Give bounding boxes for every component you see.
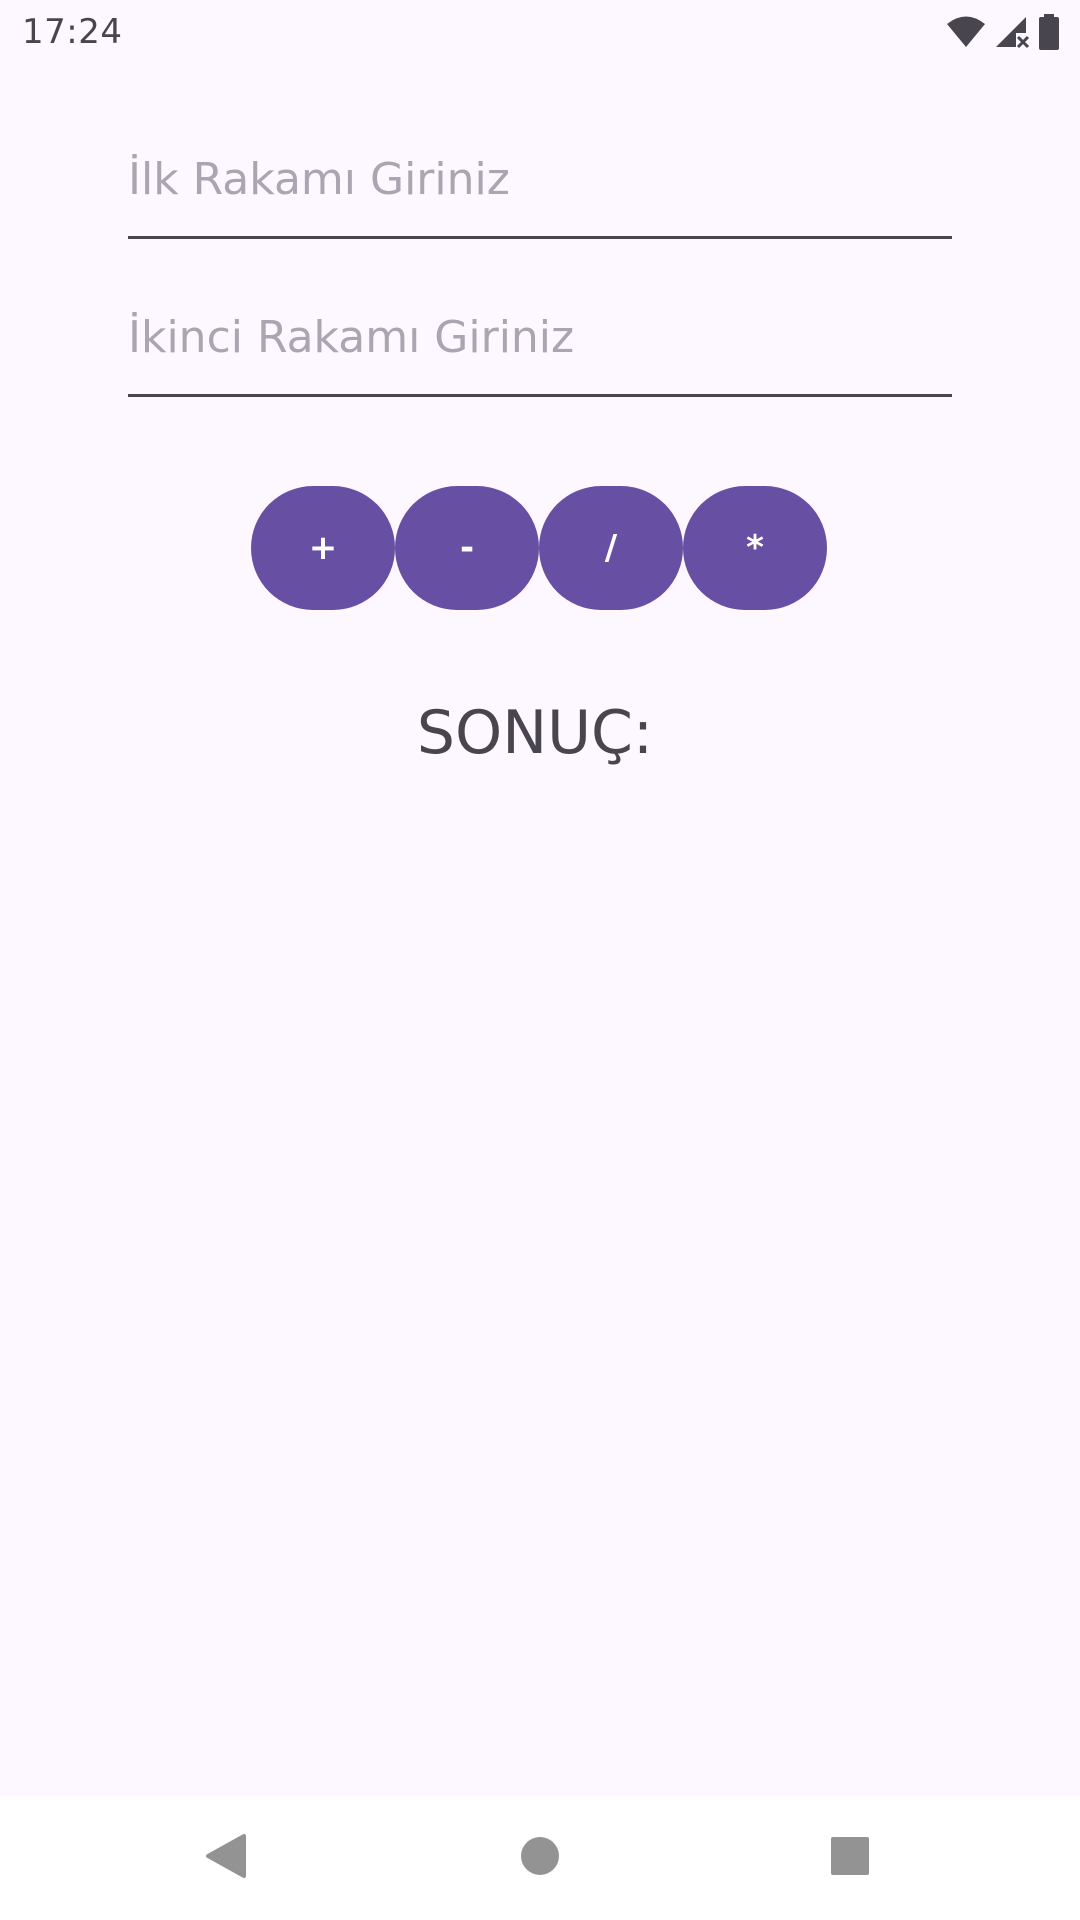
first-number-underline	[128, 236, 952, 239]
back-icon	[204, 1832, 248, 1884]
divide-button[interactable]: /	[539, 486, 683, 610]
first-number-field[interactable]	[128, 119, 952, 239]
status-bar: 17:24	[0, 0, 1080, 66]
add-button[interactable]: +	[251, 486, 395, 610]
second-number-underline	[128, 394, 952, 397]
back-button[interactable]	[194, 1826, 258, 1890]
wifi-icon	[946, 15, 986, 49]
status-icons	[946, 14, 1060, 50]
second-number-input[interactable]	[128, 277, 952, 397]
navigation-bar	[0, 1796, 1080, 1920]
first-number-input[interactable]	[128, 119, 952, 239]
operations-row: + - / *	[251, 486, 827, 610]
battery-icon	[1038, 14, 1060, 50]
subtract-button[interactable]: -	[395, 486, 539, 610]
second-number-field[interactable]	[128, 277, 952, 397]
result-label: SONUÇ:	[416, 698, 654, 768]
cell-signal-no-service-icon	[994, 15, 1030, 49]
recents-icon	[830, 1836, 870, 1880]
status-time: 17:24	[22, 12, 123, 52]
home-icon	[520, 1836, 560, 1880]
multiply-button[interactable]: *	[683, 486, 827, 610]
home-button[interactable]	[508, 1826, 572, 1890]
recents-button[interactable]	[818, 1826, 882, 1890]
